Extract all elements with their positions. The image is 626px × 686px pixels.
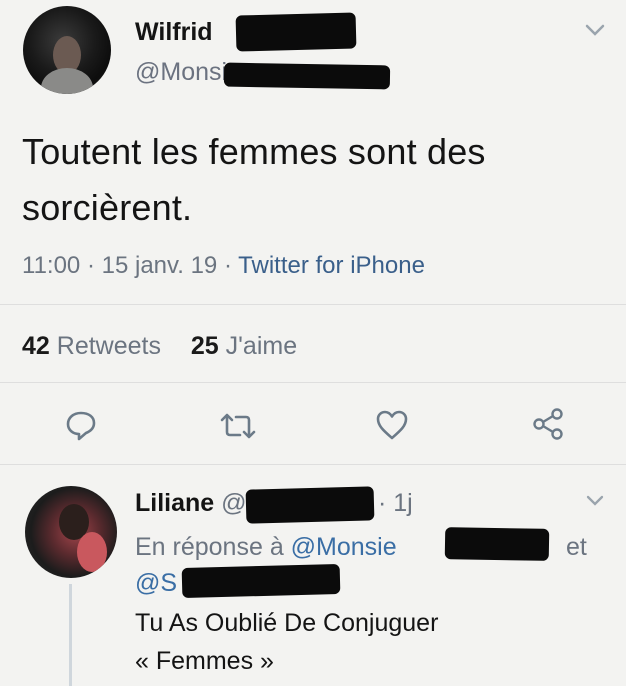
in-reply-to-line: En réponse à @Monsie: [135, 530, 397, 564]
retweets-label: Retweets: [56, 332, 161, 360]
chevron-down-icon[interactable]: [584, 494, 606, 508]
likes-count: 25: [190, 332, 219, 360]
divider: [0, 382, 626, 383]
tweet-time: 11:00: [22, 252, 81, 279]
reply-text-line-1: Tu As Oublié De Conjuguer: [135, 609, 439, 637]
divider: [0, 464, 626, 465]
retweets-count: 42: [22, 332, 50, 360]
tweet-date: 15 janv. 19: [101, 252, 218, 279]
redaction: [223, 62, 391, 90]
likes-stat[interactable]: 25 J'aime: [191, 332, 297, 360]
in-reply-and: et: [566, 533, 587, 561]
author-name[interactable]: Wilfrid: [135, 18, 213, 47]
likes-label: J'aime: [225, 332, 298, 360]
reply-icon[interactable]: [64, 408, 98, 442]
tweet-text-line-2: sorcièrent.: [22, 187, 193, 228]
in-reply-prefix: En réponse à: [135, 533, 284, 561]
reply-author-avatar[interactable]: [25, 486, 117, 578]
meta-separator: ·: [223, 252, 232, 279]
divider: [0, 304, 626, 305]
in-reply-handle[interactable]: @Monsie: [291, 533, 397, 561]
redaction: [181, 563, 341, 599]
share-icon[interactable]: [530, 406, 566, 442]
tweet-stats: 42 Retweets 25 J'aime: [22, 332, 297, 361]
meta-separator: ·: [86, 252, 95, 279]
heart-icon[interactable]: [374, 408, 410, 442]
redaction: [245, 486, 375, 524]
reply-text-line-2: « Femmes »: [135, 647, 274, 675]
author-avatar[interactable]: [23, 6, 111, 94]
reply-author-handle[interactable]: @: [221, 489, 246, 517]
chevron-down-icon[interactable]: [583, 22, 607, 38]
tweet-meta: 11:00 · 15 janv. 19 · Twitter for iPhone: [22, 252, 425, 280]
retweets-stat[interactable]: 42 Retweets: [22, 332, 168, 360]
reply-age: · 1j: [378, 489, 413, 517]
second-reply-handle[interactable]: @S: [135, 566, 177, 600]
redaction: [444, 527, 550, 561]
tweet-source[interactable]: Twitter for iPhone: [238, 252, 425, 279]
retweet-icon[interactable]: [218, 410, 258, 442]
reply-author-name[interactable]: Liliane: [135, 489, 214, 517]
tweet-text-line-1: Toutent les femmes sont des: [22, 131, 486, 172]
reply-header: Liliane @: [135, 486, 247, 520]
redaction: [235, 12, 357, 52]
thread-line: [69, 584, 72, 686]
